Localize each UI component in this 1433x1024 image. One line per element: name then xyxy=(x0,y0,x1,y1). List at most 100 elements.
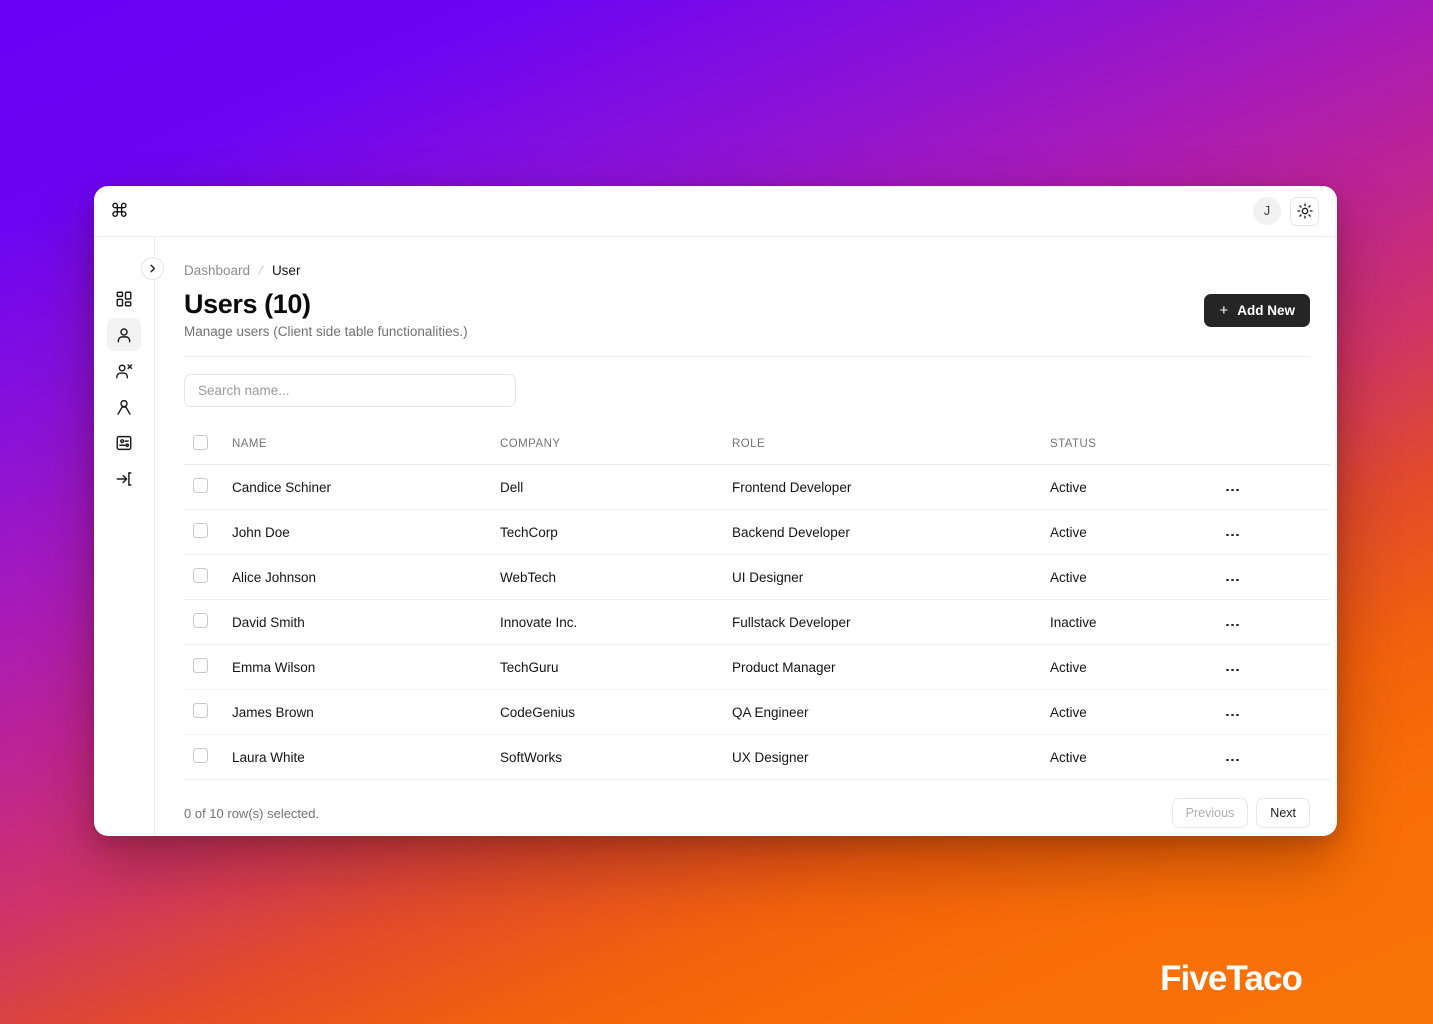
cell-status: Active xyxy=(1050,689,1220,736)
search-input[interactable] xyxy=(184,374,516,408)
users-table-wrapper: NAME COMPANY ROLE STATUS Candice Schiner… xyxy=(184,425,1330,781)
breadcrumb: Dashboard / User xyxy=(184,262,1310,278)
row-checkbox[interactable] xyxy=(193,703,208,719)
user-icon xyxy=(117,327,131,342)
cell-company: CodeGenius xyxy=(500,689,732,736)
cell-name: John Doe xyxy=(232,509,500,556)
app-window: ⌘ J Dashboard / User Users (10) Manage u… xyxy=(94,186,1337,836)
cell-status: Active xyxy=(1050,464,1220,511)
cell-role: Fullstack Developer xyxy=(732,599,1050,646)
row-checkbox[interactable] xyxy=(193,613,208,629)
next-page-button[interactable]: Next xyxy=(1256,798,1310,829)
avatar[interactable]: J xyxy=(1253,197,1281,225)
app-body: Dashboard / User Users (10) Manage users… xyxy=(94,237,1337,836)
column-header-name[interactable]: NAME xyxy=(232,425,500,466)
login-arrow-icon xyxy=(116,471,132,486)
row-checkbox[interactable] xyxy=(193,478,208,494)
table-row[interactable]: Candice Schiner Dell Frontend Developer Act… xyxy=(184,464,1330,511)
row-actions-menu-icon[interactable] xyxy=(1220,485,1245,496)
select-all-checkbox[interactable] xyxy=(193,435,208,451)
cell-name: Candice Schiner xyxy=(232,464,500,511)
sidebar-item-blocked-users[interactable] xyxy=(107,354,141,387)
row-actions-menu-icon[interactable] xyxy=(1220,575,1245,586)
cell-role: UX Designer xyxy=(732,734,1050,781)
breadcrumb-separator: / xyxy=(257,261,265,279)
table-row[interactable]: Laura White SoftWorks UX Designer Active xyxy=(184,734,1330,781)
row-select-cell xyxy=(184,734,232,781)
cell-actions xyxy=(1220,599,1330,646)
breadcrumb-dashboard[interactable]: Dashboard xyxy=(184,263,250,278)
page-subtitle: Manage users (Client side table function… xyxy=(184,324,468,340)
user-outline-icon xyxy=(117,399,131,415)
top-bar: ⌘ J xyxy=(94,186,1337,237)
column-header-status[interactable]: STATUS xyxy=(1050,425,1220,466)
row-actions-menu-icon[interactable] xyxy=(1220,755,1245,766)
table-row[interactable]: Emma Wilson TechGuru Product Manager Active xyxy=(184,644,1330,691)
chevron-right-icon xyxy=(150,264,156,273)
add-new-button[interactable]: + Add New xyxy=(1204,294,1310,327)
cell-role: UI Designer xyxy=(732,554,1050,601)
row-checkbox[interactable] xyxy=(193,748,208,764)
table-footer: 0 of 10 row(s) selected. Previous Next xyxy=(184,798,1310,829)
cell-company: WebTech xyxy=(500,554,732,601)
cell-name: Emma Wilson xyxy=(232,644,500,691)
row-select-cell xyxy=(184,464,232,511)
page-header-text: Users (10) Manage users (Client side tab… xyxy=(184,289,468,339)
cell-actions xyxy=(1220,509,1330,556)
cell-actions xyxy=(1220,734,1330,781)
topbar-actions: J xyxy=(1253,196,1319,226)
row-actions-menu-icon[interactable] xyxy=(1220,710,1245,721)
dashboard-grid-icon xyxy=(116,291,132,306)
cell-status: Active xyxy=(1050,509,1220,556)
sidebar-item-account[interactable] xyxy=(107,426,141,459)
row-actions-menu-icon[interactable] xyxy=(1220,530,1245,541)
select-all-header xyxy=(184,425,232,466)
cell-company: Dell xyxy=(500,464,732,511)
sun-icon xyxy=(1296,203,1313,219)
sidebar xyxy=(94,237,155,836)
row-checkbox[interactable] xyxy=(193,658,208,674)
plus-icon: + xyxy=(1219,302,1229,319)
table-row[interactable]: Alice Johnson WebTech UI Designer Active xyxy=(184,554,1330,601)
sidebar-item-sign-in[interactable] xyxy=(107,462,141,495)
sidebar-collapse-button[interactable] xyxy=(141,257,164,280)
pagination: Previous Next xyxy=(1171,798,1310,829)
row-actions-menu-icon[interactable] xyxy=(1220,620,1245,631)
breadcrumb-user[interactable]: User xyxy=(272,263,301,278)
sidebar-item-dashboard[interactable] xyxy=(107,282,141,315)
previous-page-button[interactable]: Previous xyxy=(1171,798,1249,829)
cell-company: TechCorp xyxy=(500,509,732,556)
cell-name: David Smith xyxy=(232,599,500,646)
rows-selected-status: 0 of 10 row(s) selected. xyxy=(184,805,320,821)
command-logo-icon[interactable]: ⌘ xyxy=(110,201,129,221)
add-new-label: Add New xyxy=(1237,303,1295,318)
sidebar-item-profile[interactable] xyxy=(107,390,141,423)
cell-company: Innovate Inc. xyxy=(500,599,732,646)
table-row[interactable]: David Smith Innovate Inc. Fullstack Develo… xyxy=(184,599,1330,646)
cell-status: Inactive xyxy=(1050,599,1220,646)
cell-role: Product Manager xyxy=(732,644,1050,691)
fivetaco-watermark: FiveTaco xyxy=(1160,959,1303,998)
table-header-row: NAME COMPANY ROLE STATUS xyxy=(184,425,1330,466)
row-select-cell xyxy=(184,599,232,646)
column-header-role[interactable]: ROLE xyxy=(732,425,1050,466)
theme-toggle-button[interactable] xyxy=(1290,196,1319,226)
row-checkbox[interactable] xyxy=(193,568,208,584)
sidebar-item-users[interactable] xyxy=(107,318,141,351)
cell-status: Active xyxy=(1050,554,1220,601)
page-title: Users (10) xyxy=(184,289,311,319)
table-row[interactable]: James Brown CodeGenius QA Engineer Active xyxy=(184,689,1330,736)
row-select-cell xyxy=(184,644,232,691)
column-header-company[interactable]: COMPANY xyxy=(500,425,732,466)
page-header: Users (10) Manage users (Client side tab… xyxy=(184,289,1310,339)
cell-role: Frontend Developer xyxy=(732,464,1050,511)
table-row[interactable]: John Doe TechCorp Backend Developer Active xyxy=(184,509,1330,556)
cell-name: Laura White xyxy=(232,734,500,781)
cell-role: QA Engineer xyxy=(732,689,1050,736)
id-card-icon xyxy=(116,435,132,450)
row-select-cell xyxy=(184,554,232,601)
row-checkbox[interactable] xyxy=(193,523,208,539)
cell-actions xyxy=(1220,644,1330,691)
cell-role: Backend Developer xyxy=(732,509,1050,556)
row-actions-menu-icon[interactable] xyxy=(1220,665,1245,676)
